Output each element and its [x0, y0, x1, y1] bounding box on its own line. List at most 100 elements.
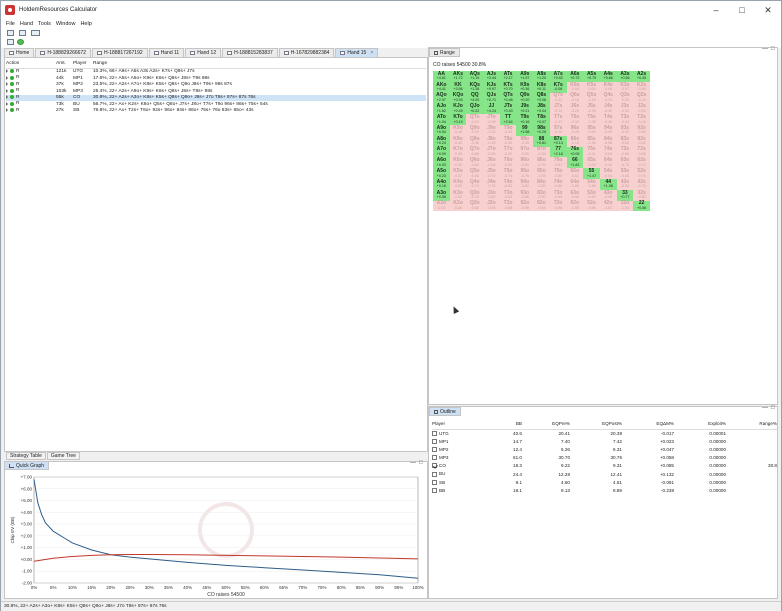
range-cell-J8o[interactable]: J8o -0.48	[483, 135, 500, 147]
quick-graph-tab[interactable]: Quick Graph	[4, 461, 50, 470]
range-cell-A3o[interactable]: A3o +0.08	[433, 189, 450, 201]
range-cell-T2o[interactable]: T2o -0.88	[499, 200, 517, 212]
range-cell-Q9s[interactable]: Q9s +0.20	[516, 92, 534, 104]
table-row[interactable]: SB 9.1 4.60 4.51 -0.091 0.00000	[432, 478, 777, 486]
range-cell-82s[interactable]: 82s -0.62	[633, 135, 650, 147]
maximize-panel-icon[interactable]: □	[771, 405, 775, 411]
tab-hand-3[interactable]: Hand 11	[148, 48, 185, 57]
range-cell-Q6s[interactable]: Q6s -0.16	[566, 92, 584, 104]
range-cell-85o[interactable]: 85o -0.78	[533, 168, 550, 179]
minimize-panel-icon[interactable]: —	[762, 405, 768, 411]
range-cell-J2o[interactable]: J2o -0.84	[483, 200, 500, 212]
tab-hand-2[interactable]: H-188817267192	[92, 48, 148, 57]
range-cell-32s[interactable]: 32s -0.80	[633, 189, 650, 201]
menu-help[interactable]: Help	[80, 21, 91, 27]
range-cell-QJs[interactable]: QJs +0.71	[483, 92, 500, 104]
range-cell-72s[interactable]: 72s -0.68	[633, 146, 650, 158]
range-cell-63o[interactable]: 63o -0.96	[566, 189, 584, 201]
range-cell-99[interactable]: 99 +1.58	[516, 124, 534, 136]
range-cell-53s[interactable]: 53s -0.45	[616, 168, 634, 179]
range-cell-22[interactable]: 22 +0.56	[633, 200, 650, 212]
range-cell-T6o[interactable]: T6o -0.62	[499, 157, 517, 169]
range-cell-J3o[interactable]: J3o -0.80	[483, 189, 500, 201]
player-checkbox[interactable]	[432, 447, 437, 453]
range-cell-94o[interactable]: 94o -0.82	[516, 178, 534, 190]
range-cell-K2o[interactable]: K2o -0.66	[449, 200, 467, 212]
table-row[interactable]: UTG 40.6 20.41 20.39 -0.017 0.00001	[432, 429, 777, 437]
range-cell-K8o[interactable]: K8o -0.40	[449, 135, 467, 147]
range-cell-65s[interactable]: 65s -0.03	[583, 157, 600, 169]
range-cell-92o[interactable]: 92o -0.90	[516, 200, 534, 212]
range-cell-AJo[interactable]: AJo +1.62	[433, 103, 450, 115]
range-cell-QQ[interactable]: QQ +4.00	[466, 92, 484, 104]
range-cell-72o[interactable]: 72o -0.98	[549, 200, 567, 212]
range-cell-52o[interactable]: 52o -0.98	[583, 200, 600, 212]
range-cell-J2s[interactable]: J2s -0.33	[633, 103, 650, 115]
range-cell-66[interactable]: 66 +1.82	[566, 157, 584, 169]
range-cell-88[interactable]: 88 +0.81	[533, 135, 550, 147]
range-cell-T4o[interactable]: T4o -0.80	[499, 178, 517, 190]
minimize-panel-icon[interactable]: —	[410, 460, 416, 466]
menu-file[interactable]: File	[6, 21, 15, 27]
range-cell-95o[interactable]: 95o -0.76	[516, 168, 534, 179]
table-row[interactable]: MP3 61.0 30.70 30.76 +0.058 0.00000	[432, 454, 777, 462]
range-cell-J4o[interactable]: J4o -0.76	[483, 178, 500, 190]
range-cell-Q3s[interactable]: Q3s -0.22	[616, 92, 634, 104]
range-cell-84s[interactable]: 84s -0.58	[599, 135, 617, 147]
range-cell-98o[interactable]: 98o -0.40	[516, 135, 534, 147]
range-cell-AQs[interactable]: AQs +1.19	[466, 71, 484, 82]
range-cell-AKs[interactable]: AKs +1.72	[449, 71, 467, 82]
range-cell-K7o[interactable]: K7o -0.45	[449, 146, 467, 158]
range-cell-AJs[interactable]: AJs +2.44	[483, 71, 500, 82]
col-player[interactable]: Player	[73, 60, 93, 69]
range-cell-Q4s[interactable]: Q4s -0.20	[599, 92, 617, 104]
menu-hand[interactable]: Hand	[20, 21, 33, 27]
range-cell-87s[interactable]: 87s +0.14	[549, 135, 567, 147]
range-cell-94s[interactable]: 94s -0.50	[599, 124, 617, 136]
range-cell-T6s[interactable]: T6s -0.30	[566, 114, 584, 125]
tab-strategy-table[interactable]: Strategy Table	[6, 452, 46, 460]
menu-window[interactable]: Window	[56, 21, 76, 27]
range-cell-62o[interactable]: 62o -1.00	[566, 200, 584, 212]
range-cell-ATs[interactable]: ATs +2.17	[499, 71, 517, 82]
range-cell-A4o[interactable]: A4o +0.18	[433, 178, 450, 190]
range-cell-93s[interactable]: 93s -0.53	[616, 124, 634, 136]
table-row[interactable]: BB 18.1 9.13 8.89 -0.238 0.00000	[432, 486, 777, 494]
expand-icon[interactable]	[6, 75, 8, 80]
range-cell-AQo[interactable]: AQo +2.97	[433, 92, 450, 104]
range-cell-J9s[interactable]: J9s +0.21	[516, 103, 534, 115]
tab-game-tree[interactable]: Game Tree	[46, 452, 80, 460]
close-icon[interactable]: ✕	[755, 1, 781, 19]
range-cell-K3o[interactable]: K3o -0.62	[449, 189, 467, 201]
range-cell-J8s[interactable]: J8s +0.04	[533, 103, 550, 115]
range-cell-Q4o[interactable]: Q4o -0.74	[466, 178, 484, 190]
range-cell-J5o[interactable]: J5o -0.72	[483, 168, 500, 179]
range-cell-Q5s[interactable]: Q5s -0.18	[583, 92, 600, 104]
range-tab[interactable]: Range	[429, 48, 460, 57]
range-cell-T7s[interactable]: T7s -0.17	[549, 114, 567, 125]
range-cell-K4s[interactable]: K4s -0.06	[599, 81, 617, 93]
player-checkbox[interactable]	[432, 455, 437, 461]
range-cell-T7o[interactable]: T7o -0.52	[499, 146, 517, 158]
range-cell-85s[interactable]: 85s -0.36	[583, 135, 600, 147]
range-cell-J3s[interactable]: J3s -0.31	[616, 103, 634, 115]
run-icon[interactable]	[17, 39, 24, 45]
range-cell-74o[interactable]: 74o -0.88	[549, 178, 567, 190]
menu-tools[interactable]: Tools	[38, 21, 51, 27]
range-cell-KTs[interactable]: KTs +0.70	[499, 81, 517, 93]
range-cell-T2s[interactable]: T2s -0.44	[633, 114, 650, 125]
col-range-pct[interactable]: Range%	[726, 419, 777, 430]
range-cell-JJ[interactable]: JJ +4.24	[483, 103, 500, 115]
range-cell-T5s[interactable]: T5s -0.38	[583, 114, 600, 125]
range-cell-A6s[interactable]: A6s +0.73	[566, 71, 584, 82]
player-checkbox[interactable]	[432, 471, 437, 477]
range-cell-54o[interactable]: 54o -0.86	[583, 178, 600, 190]
col-player[interactable]: Player	[432, 419, 492, 430]
range-cell-65o[interactable]: 65o -0.82	[566, 168, 584, 179]
range-cell-QTs[interactable]: QTs +0.46	[499, 92, 517, 104]
range-cell-T3s[interactable]: T3s -0.42	[616, 114, 634, 125]
tab-hand-active[interactable]: Hand 15 ×	[335, 48, 379, 57]
range-cell-43o[interactable]: 43o -0.96	[599, 189, 617, 201]
range-cell-Q6o[interactable]: Q6o -0.62	[466, 157, 484, 169]
range-cell-A5o[interactable]: A5o +0.23	[433, 168, 450, 179]
